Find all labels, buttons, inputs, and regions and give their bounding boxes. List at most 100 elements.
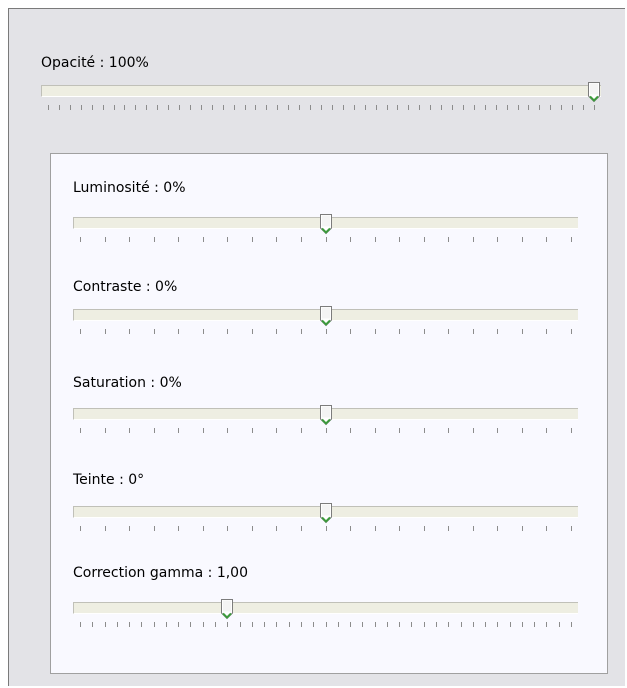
slider-tick bbox=[301, 329, 302, 334]
slider-tick bbox=[528, 105, 529, 110]
slider-tick bbox=[81, 105, 82, 110]
slider-tick bbox=[212, 105, 213, 110]
slider-tick bbox=[354, 105, 355, 110]
slider-tick bbox=[201, 105, 202, 110]
slider-tick bbox=[497, 428, 498, 433]
slider-tick bbox=[436, 622, 437, 627]
slider-tick bbox=[227, 622, 228, 627]
slider-tick bbox=[461, 622, 462, 627]
gamma-slider-thumb[interactable] bbox=[220, 598, 234, 620]
gamma-slider-track[interactable] bbox=[73, 602, 578, 614]
slider-tick bbox=[522, 237, 523, 242]
slider-tick bbox=[365, 105, 366, 110]
slider-tick bbox=[561, 105, 562, 110]
slider-tick bbox=[129, 526, 130, 531]
slider-tick bbox=[534, 622, 535, 627]
slider-tick bbox=[190, 105, 191, 110]
slider-tick bbox=[203, 622, 204, 627]
slider-tick bbox=[154, 428, 155, 433]
slider-tick bbox=[301, 237, 302, 242]
slider-tick bbox=[448, 526, 449, 531]
slider-tick bbox=[276, 622, 277, 627]
slider-tick bbox=[105, 622, 106, 627]
contrast-label: Contraste : 0% bbox=[73, 279, 178, 295]
slider-tick bbox=[310, 105, 311, 110]
saturation-slider-thumb[interactable] bbox=[319, 404, 333, 426]
slider-tick bbox=[497, 237, 498, 242]
slider-tick bbox=[227, 329, 228, 334]
brightness-slider-ticks bbox=[73, 237, 578, 245]
slider-tick bbox=[135, 105, 136, 110]
slider-tick bbox=[154, 622, 155, 627]
slider-tick bbox=[252, 428, 253, 433]
slider-tick bbox=[264, 622, 265, 627]
slider-tick bbox=[203, 526, 204, 531]
slider-tick bbox=[117, 622, 118, 627]
slider-tick bbox=[375, 428, 376, 433]
brightness-slider-thumb[interactable] bbox=[319, 213, 333, 235]
slider-tick bbox=[510, 622, 511, 627]
slider-tick bbox=[485, 105, 486, 110]
slider-tick bbox=[154, 329, 155, 334]
slider-tick bbox=[326, 526, 327, 531]
slider-tick bbox=[411, 622, 412, 627]
slider-tick bbox=[326, 622, 327, 627]
contrast-slider-thumb[interactable] bbox=[319, 305, 333, 327]
slider-tick bbox=[59, 105, 60, 110]
slider-tick bbox=[301, 526, 302, 531]
slider-tick bbox=[124, 105, 125, 110]
slider-tick bbox=[129, 237, 130, 242]
slider-tick bbox=[485, 622, 486, 627]
slider-tick bbox=[399, 622, 400, 627]
slider-tick bbox=[289, 622, 290, 627]
slider-tick bbox=[448, 622, 449, 627]
slider-tick bbox=[178, 622, 179, 627]
slider-tick bbox=[448, 428, 449, 433]
slider-tick bbox=[299, 105, 300, 110]
slider-tick bbox=[375, 622, 376, 627]
slider-tick bbox=[301, 622, 302, 627]
slider-tick bbox=[474, 105, 475, 110]
slider-tick bbox=[332, 105, 333, 110]
slider-tick bbox=[362, 622, 363, 627]
slider-tick bbox=[168, 105, 169, 110]
opacity-slider-thumb[interactable] bbox=[587, 81, 601, 103]
hue-slider-ticks bbox=[73, 526, 578, 534]
slider-tick bbox=[496, 105, 497, 110]
slider-tick bbox=[190, 622, 191, 627]
slider-tick bbox=[154, 526, 155, 531]
slider-tick bbox=[70, 105, 71, 110]
slider-tick bbox=[276, 526, 277, 531]
slider-tick bbox=[408, 105, 409, 110]
slider-tick bbox=[571, 329, 572, 334]
slider-tick bbox=[276, 428, 277, 433]
slider-tick bbox=[157, 105, 158, 110]
slider-tick bbox=[80, 526, 81, 531]
slider-tick bbox=[252, 526, 253, 531]
image-adjustments-panel: Luminosité : 0% Contraste : 0% Saturatio… bbox=[50, 153, 608, 674]
slider-tick bbox=[48, 105, 49, 110]
slider-tick bbox=[571, 526, 572, 531]
slider-tick bbox=[397, 105, 398, 110]
slider-tick bbox=[424, 622, 425, 627]
slider-tick bbox=[166, 622, 167, 627]
gamma-slider-ticks bbox=[73, 622, 578, 630]
slider-tick bbox=[288, 105, 289, 110]
slider-tick bbox=[522, 329, 523, 334]
slider-tick bbox=[522, 526, 523, 531]
slider-tick bbox=[387, 622, 388, 627]
slider-tick bbox=[430, 105, 431, 110]
slider-tick bbox=[594, 105, 595, 110]
slider-tick bbox=[227, 526, 228, 531]
slider-tick bbox=[301, 428, 302, 433]
slider-tick bbox=[105, 428, 106, 433]
hue-slider-thumb[interactable] bbox=[319, 502, 333, 524]
saturation-slider-ticks bbox=[73, 428, 578, 436]
slider-tick bbox=[178, 428, 179, 433]
slider-tick bbox=[546, 622, 547, 627]
slider-tick bbox=[399, 428, 400, 433]
opacity-slider-track[interactable] bbox=[41, 85, 601, 97]
saturation-label: Saturation : 0% bbox=[73, 375, 182, 391]
slider-tick bbox=[518, 105, 519, 110]
slider-tick bbox=[80, 237, 81, 242]
